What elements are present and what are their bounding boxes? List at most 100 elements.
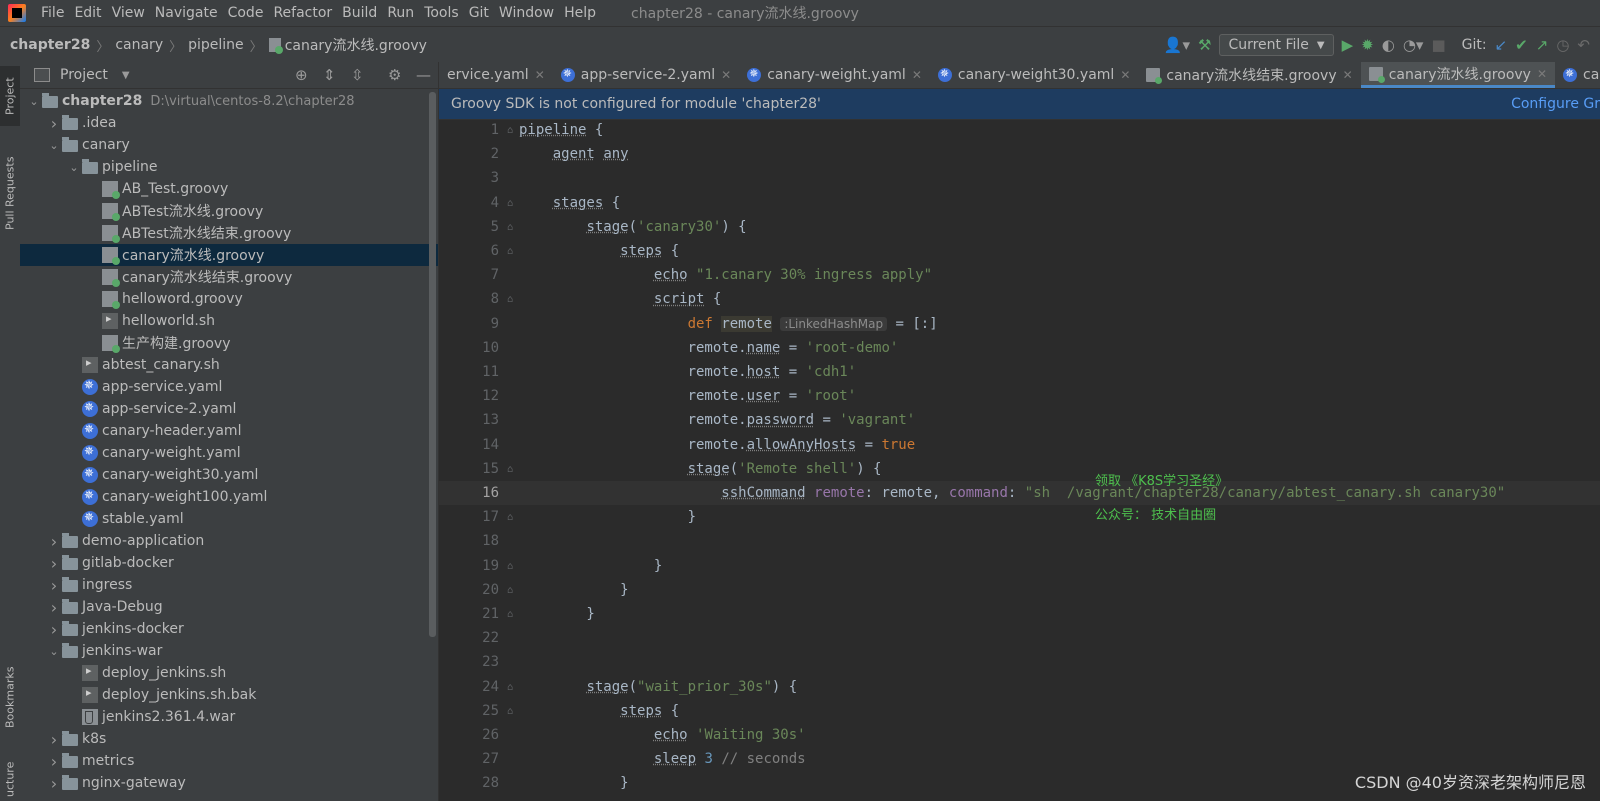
editor-tab[interactable]: canary-w [1555, 62, 1600, 88]
code-line[interactable]: remote.host = 'cdh1' [519, 364, 857, 380]
line-number[interactable]: 25 [439, 703, 499, 719]
breadcrumb-project[interactable]: chapter28 [10, 37, 90, 53]
line-number[interactable]: 27 [439, 751, 499, 767]
chevron-right-icon[interactable]: › [46, 532, 62, 551]
menu-build[interactable]: Build [337, 5, 382, 21]
tree-file-item[interactable]: deploy_jenkins.sh [20, 662, 438, 684]
fold-marker-icon[interactable]: ⌂ [507, 222, 513, 233]
fold-marker-icon[interactable]: ⌂ [507, 609, 513, 620]
tree-root[interactable]: ⌄ chapter28 D:\virtual\centos-8.2\chapte… [20, 90, 438, 112]
line-number[interactable]: 21 [439, 606, 499, 622]
breadcrumb-canary[interactable]: canary [115, 37, 163, 53]
bookmarks-tool-tab[interactable]: Bookmarks [0, 657, 20, 737]
tree-folder-item[interactable]: › nginx-gateway [20, 772, 438, 794]
code-line[interactable]: pipeline { [519, 122, 603, 138]
tree-file-item[interactable]: canary-weight100.yaml [20, 486, 438, 508]
tree-file-item[interactable]: AB_Test.groovy [20, 178, 438, 200]
close-tab-icon[interactable]: ✕ [721, 68, 731, 82]
configure-sdk-link[interactable]: Configure Gr [1511, 96, 1600, 112]
fold-marker-icon[interactable]: ⌂ [507, 585, 513, 596]
tree-folder-item[interactable]: ⌄ jenkins-war [20, 640, 438, 662]
code-line[interactable]: stage('Remote shell') { [519, 461, 882, 477]
line-number[interactable]: 4 [439, 195, 499, 211]
tree-file-item[interactable]: 生产构建.groovy [20, 332, 438, 354]
chevron-down-icon[interactable]: ⌄ [46, 645, 62, 658]
line-number[interactable]: 12 [439, 388, 499, 404]
line-number[interactable]: 16 [439, 485, 499, 501]
tree-folder-item[interactable]: › gitlab-docker [20, 552, 438, 574]
git-rollback-icon[interactable]: ↶ [1577, 36, 1590, 54]
line-number[interactable]: 20 [439, 582, 499, 598]
line-number[interactable]: 17 [439, 509, 499, 525]
chevron-down-icon[interactable]: ⌄ [66, 161, 82, 174]
menu-git[interactable]: Git [464, 5, 494, 21]
line-number[interactable]: 6 [439, 243, 499, 259]
tree-file-item[interactable]: jenkins2.361.4.war [20, 706, 438, 728]
tree-file-item[interactable]: app-service-2.yaml [20, 398, 438, 420]
tree-folder-item[interactable]: › metrics [20, 750, 438, 772]
close-tab-icon[interactable]: ✕ [1120, 68, 1130, 82]
editor-tab[interactable]: ervice.yaml ✕ [439, 62, 553, 88]
line-number[interactable]: 19 [439, 558, 499, 574]
chevron-down-icon[interactable]: ⌄ [46, 139, 62, 152]
line-number[interactable]: 15 [439, 461, 499, 477]
tree-folder-item[interactable]: › jenkins-docker [20, 618, 438, 640]
tree-file-item[interactable]: ABTest流水线结束.groovy [20, 222, 438, 244]
menu-edit[interactable]: Edit [69, 5, 106, 21]
tree-file-item[interactable]: canary流水线.groovy [20, 244, 438, 266]
menu-code[interactable]: Code [223, 5, 269, 21]
line-number[interactable]: 22 [439, 630, 499, 646]
breadcrumb-file[interactable]: canary流水线.groovy [285, 35, 427, 55]
code-line[interactable]: remote.user = 'root' [519, 388, 857, 404]
chevron-right-icon[interactable]: › [46, 774, 62, 793]
fold-marker-icon[interactable]: ⌂ [507, 512, 513, 523]
tree-file-item[interactable]: canary-weight.yaml [20, 442, 438, 464]
line-number[interactable]: 9 [439, 316, 499, 332]
tree-file-item[interactable]: canary-weight30.yaml [20, 464, 438, 486]
close-tab-icon[interactable]: ✕ [1537, 67, 1547, 81]
fold-marker-icon[interactable]: ⌂ [507, 464, 513, 475]
tree-file-item[interactable]: helloword.groovy [20, 288, 438, 310]
tree-folder-item[interactable]: › ingress [20, 574, 438, 596]
tree-file-item[interactable]: stable.yaml [20, 508, 438, 530]
git-update-icon[interactable]: ↙ [1495, 36, 1508, 54]
line-number[interactable]: 7 [439, 267, 499, 283]
git-push-icon[interactable]: ↗ [1536, 36, 1549, 54]
menu-view[interactable]: View [107, 5, 150, 21]
tree-file-item[interactable]: ABTest流水线.groovy [20, 200, 438, 222]
line-number[interactable]: 1 [439, 122, 499, 138]
project-panel-title[interactable]: Project [60, 67, 108, 83]
git-history-icon[interactable]: ◷ [1556, 36, 1569, 54]
tree-file-item[interactable]: abtest_canary.sh [20, 354, 438, 376]
code-line[interactable]: script { [519, 291, 721, 307]
code-line[interactable]: } [519, 558, 662, 574]
chevron-right-icon[interactable]: › [46, 598, 62, 617]
line-number[interactable]: 28 [439, 775, 499, 791]
menu-navigate[interactable]: Navigate [150, 5, 223, 21]
tree-file-item[interactable]: app-service.yaml [20, 376, 438, 398]
editor-tab[interactable]: canary流水线结束.groovy ✕ [1138, 62, 1360, 88]
fold-marker-icon[interactable]: ⌂ [507, 706, 513, 717]
menu-tools[interactable]: Tools [419, 5, 464, 21]
menu-run[interactable]: Run [382, 5, 419, 21]
chevron-right-icon[interactable]: › [46, 730, 62, 749]
editor-tab[interactable]: canary-weight.yaml ✕ [739, 62, 930, 88]
run-configuration-select[interactable]: Current File ▼ [1219, 34, 1334, 56]
fold-marker-icon[interactable]: ⌂ [507, 246, 513, 257]
editor-tab[interactable]: app-service-2.yaml ✕ [553, 62, 739, 88]
line-number[interactable]: 23 [439, 654, 499, 670]
line-number[interactable]: 2 [439, 146, 499, 162]
expand-all-icon[interactable]: ⇕ [323, 66, 336, 84]
line-number[interactable]: 24 [439, 679, 499, 695]
git-commit-icon[interactable]: ✔ [1515, 36, 1528, 54]
tree-file-item[interactable]: canary流水线结束.groovy [20, 266, 438, 288]
code-line[interactable]: sleep 3 // seconds [519, 751, 806, 767]
code-line[interactable]: steps { [519, 703, 679, 719]
code-line[interactable]: stage("wait_prior_30s") { [519, 679, 797, 695]
tree-file-item[interactable]: helloworld.sh [20, 310, 438, 332]
structure-tool-tab[interactable]: ucture [0, 757, 20, 801]
menu-refactor[interactable]: Refactor [268, 5, 337, 21]
gear-icon[interactable]: ⚙ [388, 66, 401, 84]
code-editor[interactable]: 1 ⌂ pipeline {2 agent any 3 4 ⌂ stages {5 ⌂ st… [439, 120, 1600, 801]
tree-file-item[interactable]: deploy_jenkins.sh.bak [20, 684, 438, 706]
